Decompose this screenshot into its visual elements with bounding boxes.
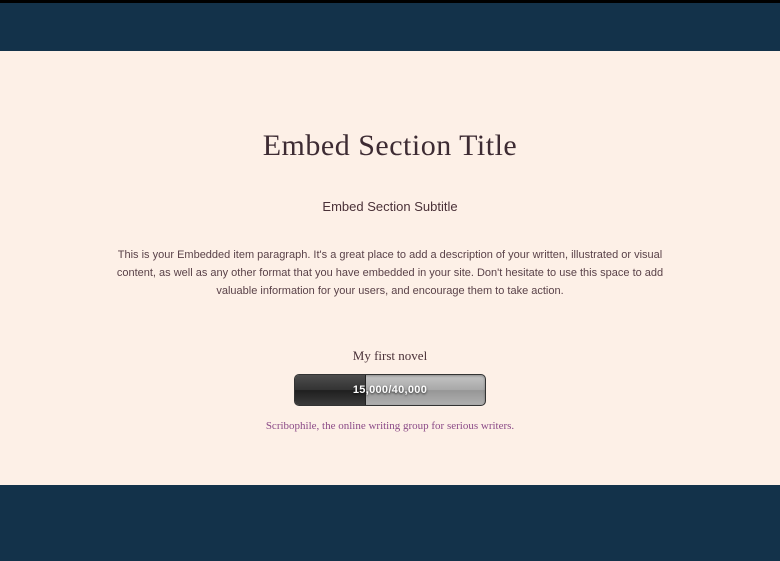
section-paragraph: This is your Embedded item paragraph. It… bbox=[90, 246, 690, 300]
section-title: Embed Section Title bbox=[0, 129, 780, 163]
progress-bar: 15,000/40,000 bbox=[294, 374, 486, 406]
progress-text: 15,000/40,000 bbox=[295, 384, 485, 396]
progress-widget-title: My first novel bbox=[0, 348, 780, 364]
embed-section: Embed Section Title Embed Section Subtit… bbox=[0, 51, 780, 485]
footer-area bbox=[0, 485, 780, 561]
section-subtitle: Embed Section Subtitle bbox=[0, 199, 780, 214]
navigation-bar bbox=[0, 3, 780, 51]
scribophile-link[interactable]: Scribophile, the online writing group fo… bbox=[266, 420, 514, 432]
